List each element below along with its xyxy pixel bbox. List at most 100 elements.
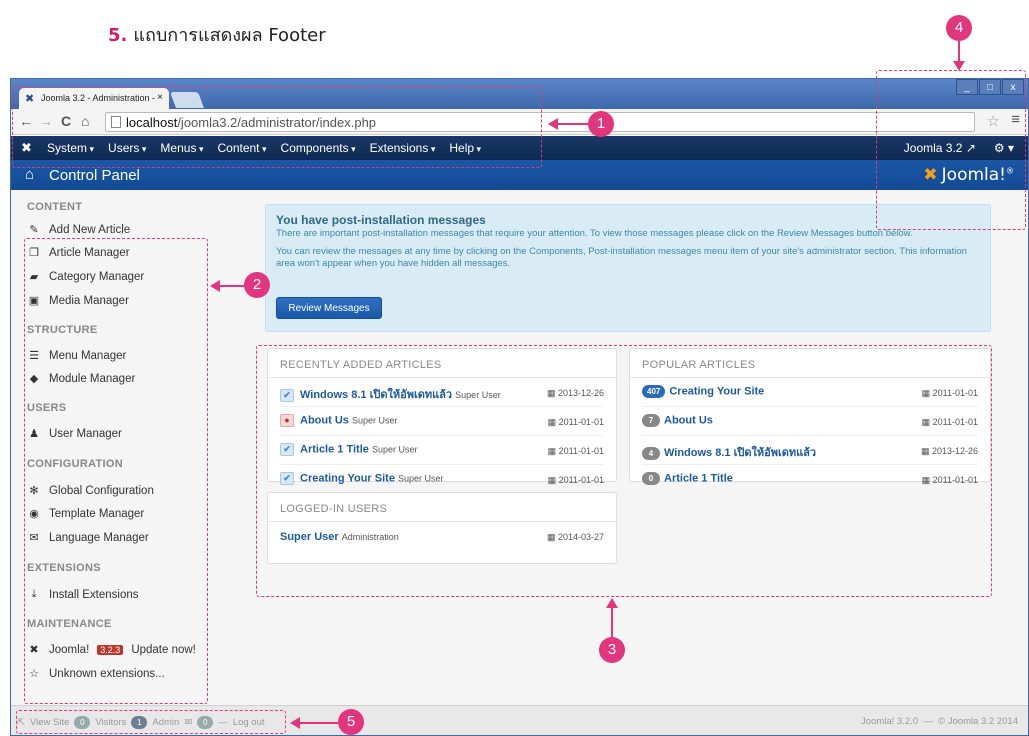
menu-extensions[interactable]: Extensions xyxy=(370,141,436,155)
popular-articles-list: 407 Creating Your Site ▦ 2011-01-01 7 Abou… xyxy=(630,378,990,494)
date-value: 2011-01-01 xyxy=(932,417,978,427)
browser-menu-icon[interactable]: ≡ xyxy=(1011,111,1020,128)
tab-close-icon[interactable]: × xyxy=(157,92,163,103)
page-title: Control Panel xyxy=(49,167,140,184)
article-date: ▦ 2011-01-01 xyxy=(921,417,978,427)
table-row: 407 Creating Your Site ▦ 2011-01-01 xyxy=(642,378,978,407)
new-tab-button[interactable] xyxy=(170,92,204,108)
table-row: 7 About Us ▦ 2011-01-01 xyxy=(642,407,978,436)
comment-icon: ✉ xyxy=(29,532,39,544)
joomla-mark-icon: ✖ xyxy=(923,165,938,185)
close-window-button[interactable]: x xyxy=(1002,79,1024,95)
review-messages-button[interactable]: Review Messages xyxy=(276,297,382,319)
user-name-link[interactable]: Super User xyxy=(280,531,339,543)
browser-toolbar: ← → C ⌂ localhost/joomla3.2/administrato… xyxy=(11,109,1028,135)
published-check-icon[interactable]: ✔ xyxy=(280,472,294,485)
sidebar-item-install-extensions[interactable]: ⤓ Install Extensions xyxy=(27,588,139,601)
table-row: 0 Article 1 Title ▦ 2011-01-01 xyxy=(642,465,978,494)
menu-menus[interactable]: Menus xyxy=(160,141,203,155)
sidebar-item-user-manager[interactable]: ♟ User Manager xyxy=(27,427,122,441)
section-users: USERS xyxy=(27,402,67,414)
article-title-link[interactable]: Windows 8.1 เปิดให้อัพเดทแล้ว xyxy=(300,389,452,401)
date-value: 2013-12-26 xyxy=(557,388,604,398)
published-check-icon[interactable]: ✔ xyxy=(280,388,294,402)
sidebar-item-global-configuration[interactable]: ✻ Global Configuration xyxy=(27,484,153,498)
bookmark-star-icon[interactable]: ☆ xyxy=(987,112,1000,130)
table-row: Super User Administration ▦ 2014-03-27 xyxy=(280,522,604,551)
menu-users[interactable]: Users xyxy=(108,141,146,155)
caption-number: 5. xyxy=(108,25,128,46)
figure-caption: 5. แถบการแสดงผล Footer xyxy=(108,20,326,49)
arrow-head-3 xyxy=(606,598,618,608)
brand-reg: ® xyxy=(1006,166,1014,176)
arrow-head-5 xyxy=(290,717,300,729)
menu-system[interactable]: System xyxy=(47,141,94,155)
article-date: ▦ 2011-01-01 xyxy=(547,475,604,485)
view-site-link[interactable]: View Site xyxy=(30,717,69,728)
article-title-link[interactable]: Article 1 Title xyxy=(664,472,733,484)
unpublished-icon[interactable]: ● xyxy=(280,414,294,427)
article-title-link[interactable]: Article 1 Title xyxy=(300,443,369,455)
sidebar-item-joomla-update[interactable]: ✖ Joomla! 3.2.3 Update now! xyxy=(27,643,196,657)
article-author: Super User xyxy=(371,444,418,455)
arrow-2 xyxy=(220,285,246,287)
home-icon[interactable]: ⌂ xyxy=(81,113,89,129)
article-title-link[interactable]: Windows 8.1 เปิดให้อัพเดทแล้ว xyxy=(664,447,816,459)
table-row: ✔ Creating Your Site Super User ▦ 2011-01… xyxy=(280,465,604,494)
address-bar[interactable]: localhost/joomla3.2/administrator/index.… xyxy=(105,112,975,132)
article-title-link[interactable]: About Us xyxy=(664,414,713,426)
browser-tab[interactable]: ✖ Joomla 3.2 - Administration - × xyxy=(19,88,169,110)
joomla-version-link[interactable]: Joomla 3.2 ↗ xyxy=(904,141,976,155)
menu-help[interactable]: Help xyxy=(449,141,481,155)
article-date: ▦ 2011-01-01 xyxy=(921,475,978,485)
sidebar-item-article-manager[interactable]: ❐ Article Manager xyxy=(27,246,129,260)
cube-icon: ◆ xyxy=(29,373,39,385)
logout-link[interactable]: Log out xyxy=(233,717,265,728)
mail-icon[interactable]: ✉ xyxy=(184,717,192,728)
sidebar-item-label: Template Manager xyxy=(49,507,145,520)
minimize-button[interactable]: _ xyxy=(956,79,978,95)
hits-badge: 407 xyxy=(642,385,666,398)
sidebar-item-menu-manager[interactable]: ☰ Menu Manager xyxy=(27,349,126,363)
article-title-link[interactable]: About Us xyxy=(300,414,349,426)
update-now-link[interactable]: Update now! xyxy=(131,644,196,656)
arrow-3 xyxy=(611,608,613,638)
menu-content[interactable]: Content xyxy=(217,141,266,155)
table-row: ✔ Article 1 Title Super User ▦ 2011-01-01 xyxy=(280,436,604,465)
joomla-logo-icon[interactable]: ✖ xyxy=(21,140,32,156)
sidebar-item-media-manager[interactable]: ▣ Media Manager xyxy=(27,294,129,308)
footer-version[interactable]: Joomla! 3.2.0 xyxy=(861,716,918,727)
sidebar-item-language-manager[interactable]: ✉ Language Manager xyxy=(27,531,148,545)
sidebar-item-unknown-extensions[interactable]: ☆ Unknown extensions... xyxy=(27,667,165,681)
sidebar-item-label: User Manager xyxy=(49,427,122,440)
joomla-favicon-icon: ✖ xyxy=(25,93,35,105)
sidebar-item-label: Module Manager xyxy=(49,372,136,385)
sidebar-item-category-manager[interactable]: ▰ Category Manager xyxy=(27,270,144,284)
brand-name: Joomla! xyxy=(941,165,1006,185)
arrow-5 xyxy=(300,722,338,724)
footer-copyright: © Joomla 3.2 2014 xyxy=(938,716,1018,727)
sidebar-item-add-article[interactable]: ✎ Add New Article xyxy=(27,223,130,237)
home-outline-icon: ⌂ xyxy=(25,166,35,183)
visitors-count: 0 xyxy=(74,716,91,729)
menu-components[interactable]: Components xyxy=(281,141,356,155)
reload-icon[interactable]: C xyxy=(61,113,71,129)
marker-5: 5 xyxy=(338,709,364,735)
mail-count: 0 xyxy=(197,716,214,729)
pencil-icon: ✎ xyxy=(29,224,39,236)
recent-articles-panel: RECENTLY ADDED ARTICLES ✔ Windows 8.1 เปิ… xyxy=(267,348,617,485)
back-arrow-icon[interactable]: ← xyxy=(19,113,33,129)
marker-3: 3 xyxy=(599,637,625,663)
settings-gear-icon[interactable]: ⚙ ▾ xyxy=(994,141,1014,155)
sidebar-item-template-manager[interactable]: ◉ Template Manager xyxy=(27,507,145,521)
section-configuration: CONFIGURATION xyxy=(27,458,123,470)
article-title-link[interactable]: Creating Your Site xyxy=(300,472,395,484)
article-title-link[interactable]: Creating Your Site xyxy=(669,385,764,397)
published-check-icon[interactable]: ✔ xyxy=(280,443,294,456)
marker-1: 1 xyxy=(588,111,614,137)
maximize-button[interactable]: □ xyxy=(979,79,1001,95)
forward-arrow-icon[interactable]: → xyxy=(39,113,53,129)
sidebar-item-module-manager[interactable]: ◆ Module Manager xyxy=(27,372,136,386)
eye-icon: ◉ xyxy=(29,508,39,520)
joomla-brand-logo[interactable]: ✖ Joomla!® xyxy=(923,165,1014,185)
